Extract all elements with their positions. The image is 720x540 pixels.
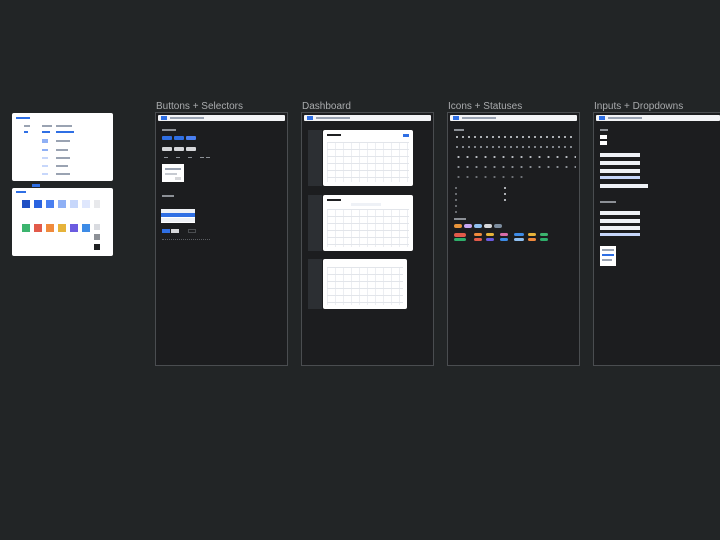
status-pill [500, 233, 508, 236]
swatch[interactable] [58, 224, 66, 232]
frame-inputs-dropdowns[interactable] [593, 112, 720, 366]
segmented-option-active[interactable] [162, 229, 170, 233]
dashboard-screen-1[interactable] [323, 130, 413, 186]
status-pill [454, 238, 466, 241]
checkbox-field[interactable] [600, 141, 607, 145]
status-pill [540, 233, 548, 236]
checkbox-field[interactable] [600, 135, 607, 139]
status-pill [514, 238, 524, 241]
dropdown[interactable] [600, 219, 640, 223]
typography-card[interactable] [12, 113, 113, 181]
dashboard-sidebar[interactable] [308, 259, 322, 309]
text-input[interactable] [600, 169, 640, 173]
icon-row [454, 165, 576, 169]
icon-row [454, 145, 576, 149]
swatch[interactable] [58, 200, 66, 208]
status-pill [486, 233, 494, 236]
dropdown[interactable] [600, 211, 640, 215]
icon-column [503, 185, 507, 205]
dashboard-screen-2[interactable] [323, 195, 413, 251]
swatch[interactable] [22, 200, 30, 208]
swatch[interactable] [34, 200, 42, 208]
dashboard-sidebar[interactable] [308, 130, 322, 186]
dropdown[interactable] [600, 226, 640, 230]
status-pill [494, 224, 502, 228]
swatch[interactable] [70, 200, 78, 208]
icon-column [454, 185, 458, 215]
status-pill [474, 233, 482, 236]
status-pill [484, 224, 492, 228]
frame-dashboard[interactable] [301, 112, 434, 366]
swatch[interactable] [46, 224, 54, 232]
secondary-button[interactable] [162, 147, 172, 151]
text-input[interactable] [600, 161, 640, 165]
secondary-button[interactable] [186, 147, 196, 151]
selector-dropdown[interactable] [161, 209, 195, 223]
primary-button[interactable] [162, 136, 172, 140]
icon-row [454, 155, 576, 159]
swatch[interactable] [22, 224, 30, 232]
text-input[interactable] [600, 153, 640, 157]
modal-preview[interactable] [162, 164, 184, 182]
dashboard-screen-3[interactable] [323, 259, 407, 309]
segmented-option[interactable] [188, 229, 196, 233]
status-pill [486, 238, 494, 241]
icon-row [454, 135, 576, 139]
icon-row [454, 175, 526, 179]
swatch[interactable] [34, 224, 42, 232]
status-pill [474, 238, 482, 241]
frame-buttons-selectors[interactable] [155, 112, 288, 366]
text-input[interactable] [600, 184, 648, 188]
primary-button[interactable] [174, 136, 184, 140]
status-pill [454, 224, 462, 228]
dashboard-sidebar[interactable] [308, 195, 322, 251]
primary-button[interactable] [186, 136, 196, 140]
text-input-focused[interactable] [600, 176, 640, 179]
status-pill [528, 238, 536, 241]
status-pill [500, 238, 508, 241]
status-pill [540, 238, 548, 241]
secondary-button[interactable] [174, 147, 184, 151]
swatch[interactable] [82, 224, 90, 232]
status-pill [464, 224, 472, 228]
status-pill [514, 233, 524, 236]
swatch[interactable] [82, 200, 90, 208]
dropdown-focused[interactable] [600, 233, 640, 236]
swatch[interactable] [70, 224, 78, 232]
status-pill [528, 233, 536, 236]
segmented-option[interactable] [171, 229, 179, 233]
selection-handle[interactable] [32, 184, 40, 187]
colors-card[interactable] [12, 188, 113, 256]
status-pill [454, 233, 466, 237]
status-pill [474, 224, 482, 228]
dropdown-menu[interactable] [600, 246, 616, 266]
frame-icons-statuses[interactable] [447, 112, 580, 366]
swatch[interactable] [46, 200, 54, 208]
